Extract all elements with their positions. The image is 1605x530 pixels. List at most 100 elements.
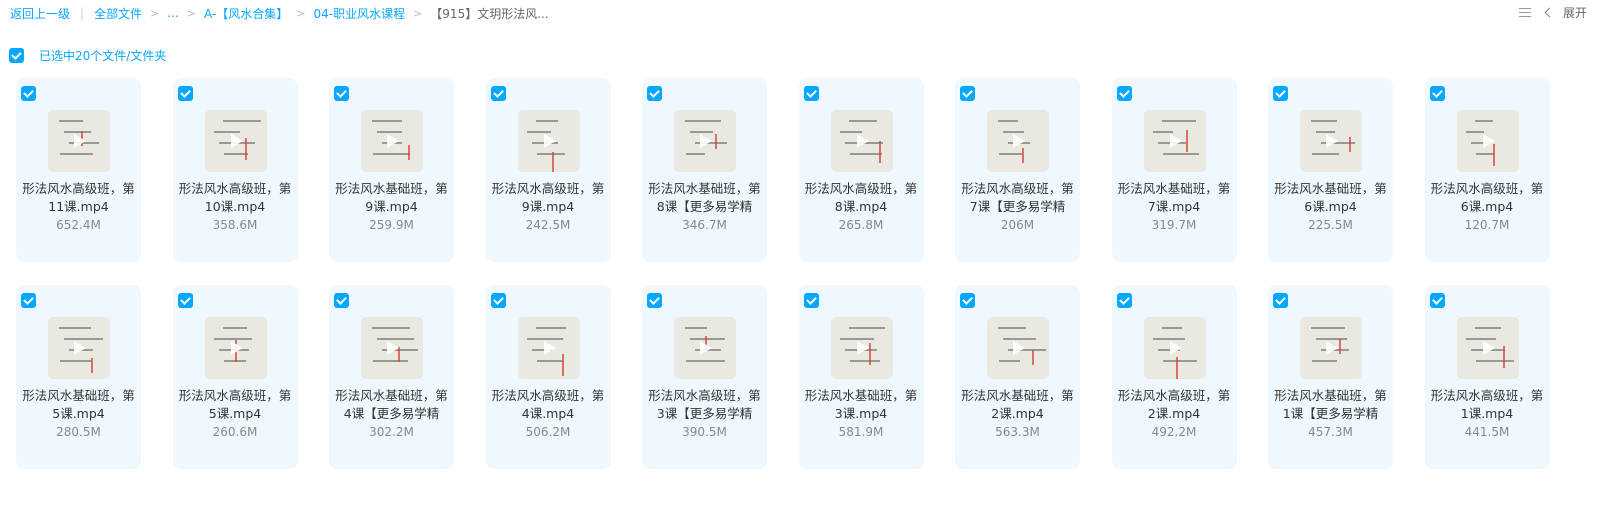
video-thumbnail[interactable] xyxy=(1300,317,1362,379)
file-name[interactable]: 形法风水高级班，第11课.mp4 xyxy=(20,180,137,216)
breadcrumb-folder-fengshui[interactable]: A-【风水合集】 xyxy=(204,5,288,22)
file-checkbox[interactable] xyxy=(177,86,193,101)
file-name[interactable]: 形法风水基础班，第4课【更多易学精 xyxy=(333,387,450,423)
file-checkbox[interactable] xyxy=(1429,86,1445,101)
file-card[interactable]: 形法风水高级班，第9课.mp4 242.5M xyxy=(485,78,611,262)
file-name[interactable]: 形法风水高级班，第9课.mp4 xyxy=(490,180,607,216)
video-thumbnail[interactable] xyxy=(987,317,1049,379)
video-thumbnail[interactable] xyxy=(361,110,423,172)
file-name[interactable]: 形法风水基础班，第3课.mp4 xyxy=(803,387,920,423)
file-card[interactable]: 形法风水高级班，第11课.mp4 652.4M xyxy=(16,78,141,262)
file-checkbox[interactable] xyxy=(21,293,36,308)
file-checkbox[interactable] xyxy=(177,293,193,308)
file-name[interactable]: 形法风水基础班，第5课.mp4 xyxy=(20,387,137,423)
video-thumbnail[interactable] xyxy=(204,110,267,172)
file-name[interactable]: 形法风水基础班，第8课【更多易学精 xyxy=(646,180,763,216)
file-checkbox[interactable] xyxy=(803,293,819,308)
list-view-icon[interactable] xyxy=(1518,6,1532,20)
file-checkbox[interactable] xyxy=(960,293,975,308)
file-checkbox[interactable] xyxy=(1273,293,1288,308)
thumbnail-mark xyxy=(561,354,564,376)
thumbnail-mark xyxy=(868,343,871,365)
file-card[interactable]: 形法风水基础班，第7课.mp4 319.7M xyxy=(1111,78,1237,262)
file-name[interactable]: 形法风水基础班，第7课.mp4 xyxy=(1116,180,1233,216)
file-checkbox[interactable] xyxy=(647,86,662,101)
video-thumbnail[interactable] xyxy=(517,110,580,172)
file-checkbox[interactable] xyxy=(21,86,36,101)
file-name[interactable]: 形法风水基础班，第2课.mp4 xyxy=(959,387,1076,423)
file-checkbox[interactable] xyxy=(1116,86,1132,101)
file-size: 242.5M xyxy=(525,218,571,232)
file-name[interactable]: 形法风水高级班，第1课.mp4 xyxy=(1429,387,1546,423)
video-thumbnail[interactable] xyxy=(987,110,1049,172)
file-card[interactable]: 形法风水高级班，第8课.mp4 265.8M xyxy=(798,78,924,262)
video-thumbnail[interactable] xyxy=(48,317,110,379)
file-name[interactable]: 形法风水高级班，第7课【更多易学精 xyxy=(959,180,1076,216)
file-name[interactable]: 形法风水高级班，第4课.mp4 xyxy=(490,387,607,423)
thumbnail-text-line xyxy=(998,120,1018,122)
video-thumbnail[interactable] xyxy=(1456,317,1519,379)
file-checkbox[interactable] xyxy=(490,86,506,101)
file-card[interactable]: 形法风水高级班，第4课.mp4 506.2M xyxy=(485,285,611,469)
file-checkbox[interactable] xyxy=(334,293,349,308)
video-thumbnail[interactable] xyxy=(361,317,423,379)
file-card[interactable]: 形法风水高级班，第7课【更多易学精 206M xyxy=(955,78,1080,262)
file-name[interactable]: 形法风水高级班，第5课.mp4 xyxy=(177,387,294,423)
file-checkbox[interactable] xyxy=(803,86,819,101)
select-all-checkbox[interactable] xyxy=(9,48,24,63)
thumbnail-mark xyxy=(1185,130,1188,152)
file-name[interactable]: 形法风水基础班，第1课【更多易学精 xyxy=(1272,387,1389,423)
file-card[interactable]: 形法风水高级班，第10课.mp4 358.6M xyxy=(172,78,298,262)
file-size: 358.6M xyxy=(212,218,258,232)
play-icon xyxy=(1013,134,1025,148)
video-thumbnail[interactable] xyxy=(830,317,893,379)
file-card[interactable]: 形法风水基础班，第9课.mp4 259.9M xyxy=(329,78,454,262)
video-thumbnail[interactable] xyxy=(1300,110,1362,172)
file-card[interactable]: 形法风水基础班，第3课.mp4 581.9M xyxy=(798,285,924,469)
video-thumbnail[interactable] xyxy=(1143,317,1206,379)
expand-button[interactable]: 展开 xyxy=(1544,4,1587,21)
file-card[interactable]: 形法风水高级班，第5课.mp4 260.6M xyxy=(172,285,298,469)
thumbnail-text-line xyxy=(64,338,103,340)
thumbnail-mark xyxy=(408,145,410,160)
breadcrumb-ellipsis[interactable]: ... xyxy=(167,6,178,20)
back-link[interactable]: 返回上一级 xyxy=(10,5,70,22)
file-checkbox[interactable] xyxy=(1116,293,1132,308)
video-thumbnail[interactable] xyxy=(517,317,580,379)
file-card[interactable]: 形法风水基础班，第6课.mp4 225.5M xyxy=(1268,78,1393,262)
file-card[interactable]: 形法风水基础班，第5课.mp4 280.5M xyxy=(16,285,141,469)
file-name[interactable]: 形法风水高级班，第10课.mp4 xyxy=(177,180,294,216)
file-card[interactable]: 形法风水高级班，第3课【更多易学精 390.5M xyxy=(642,285,767,469)
breadcrumb-separator-icon: > xyxy=(150,6,160,20)
file-name[interactable]: 形法风水高级班，第6课.mp4 xyxy=(1429,180,1546,216)
file-checkbox[interactable] xyxy=(490,293,506,308)
video-thumbnail[interactable] xyxy=(674,110,736,172)
video-thumbnail[interactable] xyxy=(1456,110,1519,172)
file-name[interactable]: 形法风水高级班，第2课.mp4 xyxy=(1116,387,1233,423)
file-checkbox[interactable] xyxy=(334,86,349,101)
file-name[interactable]: 形法风水基础班，第6课.mp4 xyxy=(1272,180,1389,216)
video-thumbnail[interactable] xyxy=(1143,110,1206,172)
file-checkbox[interactable] xyxy=(960,86,975,101)
breadcrumb-all-files[interactable]: 全部文件 xyxy=(94,5,142,22)
file-checkbox[interactable] xyxy=(1273,86,1288,101)
file-card[interactable]: 形法风水基础班，第1课【更多易学精 457.3M xyxy=(1268,285,1393,469)
file-card[interactable]: 形法风水高级班，第2课.mp4 492.2M xyxy=(1111,285,1237,469)
file-card[interactable]: 形法风水基础班，第2课.mp4 563.3M xyxy=(955,285,1080,469)
file-checkbox[interactable] xyxy=(1429,293,1445,308)
file-card[interactable]: 形法风水高级班，第6课.mp4 120.7M xyxy=(1424,78,1550,262)
file-size: 457.3M xyxy=(1308,425,1353,439)
file-name[interactable]: 形法风水高级班，第3课【更多易学精 xyxy=(646,387,763,423)
file-card[interactable]: 形法风水基础班，第4课【更多易学精 302.2M xyxy=(329,285,454,469)
breadcrumb-folder-course[interactable]: 04-职业风水课程 xyxy=(313,5,405,22)
video-thumbnail[interactable] xyxy=(674,317,736,379)
file-card[interactable]: 形法风水高级班，第1课.mp4 441.5M xyxy=(1424,285,1550,469)
file-name[interactable]: 形法风水基础班，第9课.mp4 xyxy=(333,180,450,216)
file-size: 319.7M xyxy=(1151,218,1197,232)
file-checkbox[interactable] xyxy=(647,293,662,308)
file-card[interactable]: 形法风水基础班，第8课【更多易学精 346.7M xyxy=(642,78,767,262)
video-thumbnail[interactable] xyxy=(830,110,893,172)
file-name[interactable]: 形法风水高级班，第8课.mp4 xyxy=(803,180,920,216)
video-thumbnail[interactable] xyxy=(48,110,110,172)
video-thumbnail[interactable] xyxy=(204,317,267,379)
